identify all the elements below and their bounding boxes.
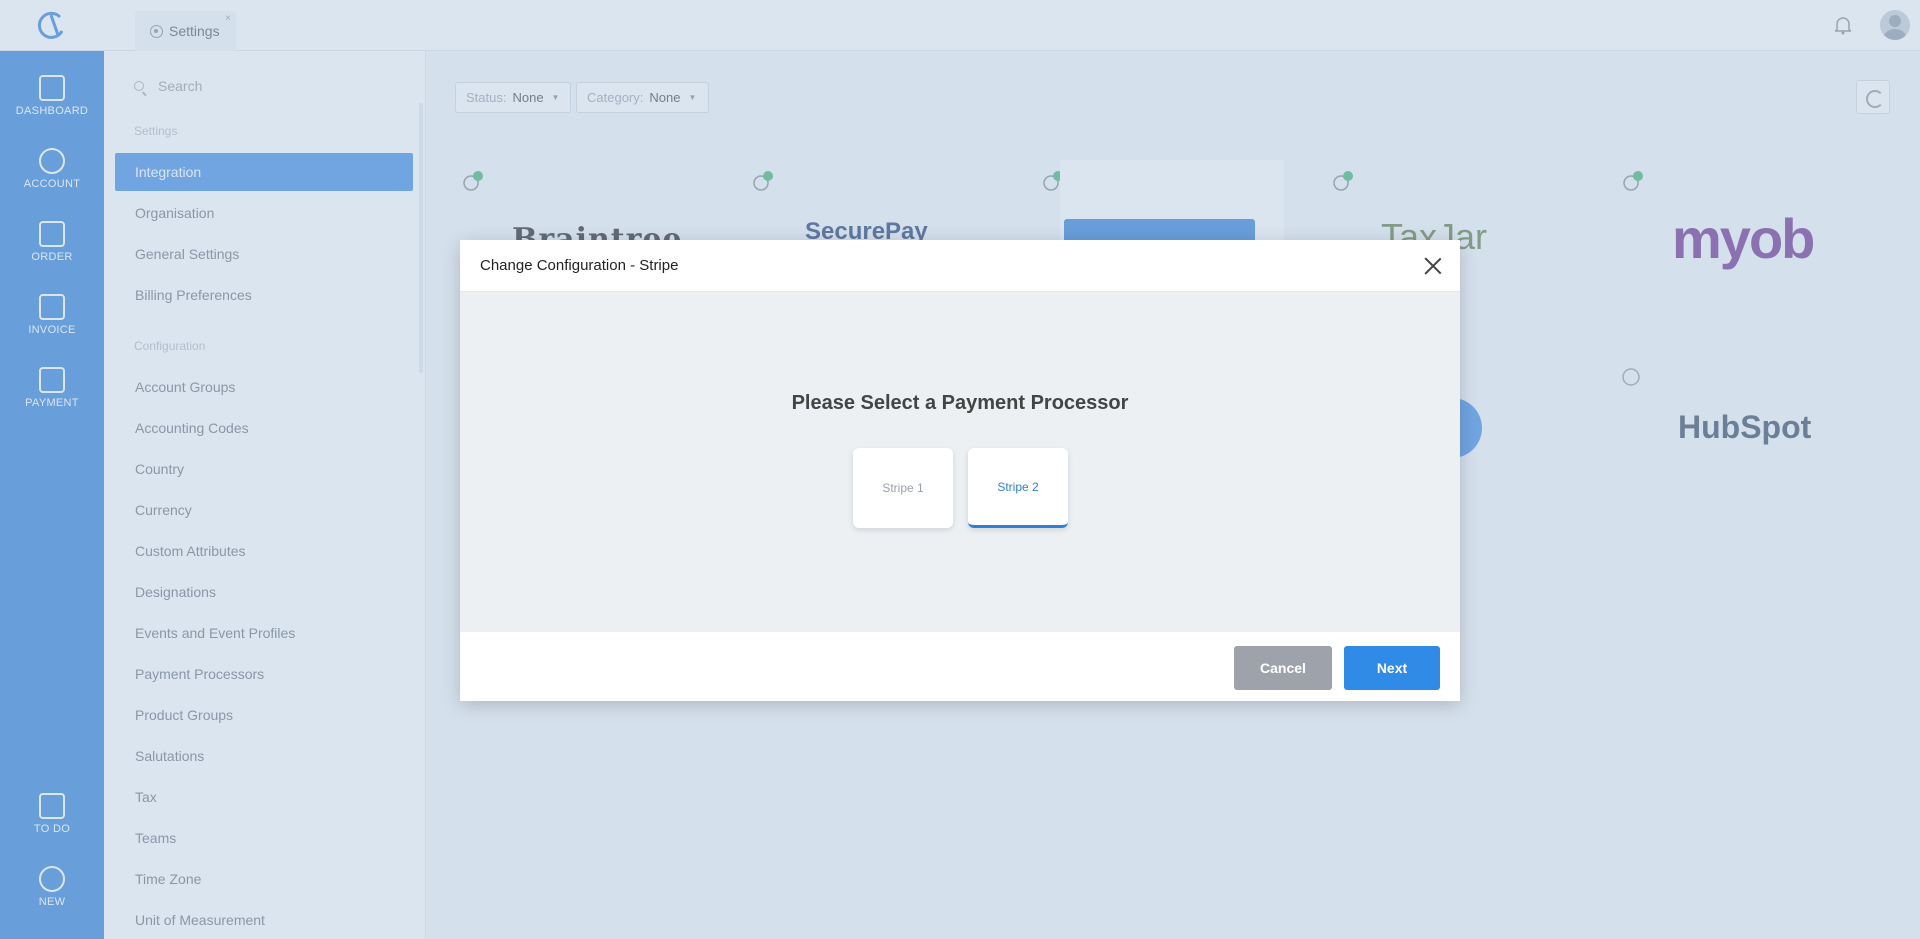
close-icon[interactable] — [1423, 256, 1443, 276]
processor-option-stripe-1[interactable]: Stripe 1 — [853, 448, 953, 528]
cancel-button[interactable]: Cancel — [1234, 646, 1332, 690]
change-configuration-modal: Change Configuration - Stripe Please Sel… — [460, 240, 1460, 701]
modal-title: Change Configuration - Stripe — [480, 257, 679, 274]
processor-option-label: Stripe 2 — [997, 479, 1039, 494]
payment-processor-heading: Please Select a Payment Processor — [791, 392, 1129, 414]
processor-option-stripe-2[interactable]: Stripe 2 — [968, 448, 1068, 528]
modal-footer: Cancel Next — [460, 632, 1460, 701]
processor-option-label: Stripe 1 — [882, 481, 924, 495]
modal-header: Change Configuration - Stripe — [460, 240, 1460, 292]
next-button[interactable]: Next — [1344, 646, 1440, 690]
modal-body: Please Select a Payment Processor Stripe… — [460, 292, 1460, 632]
